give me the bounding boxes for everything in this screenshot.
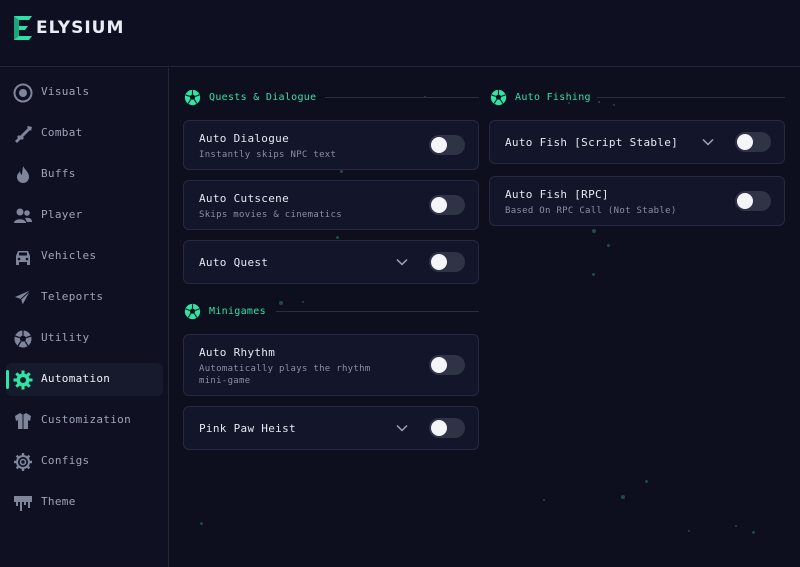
card-auto-quest: Auto Quest <box>183 240 479 284</box>
sidebar-item-vehicles[interactable]: Vehicles <box>6 240 163 273</box>
sidebar-item-label: Customization <box>41 413 131 426</box>
sidebar-item-automation[interactable]: Automation <box>6 363 163 396</box>
sidebar-item-label: Utility <box>41 331 90 344</box>
sidebar-item-label: Vehicles <box>41 249 97 262</box>
card-title: Auto Cutscene <box>199 192 289 205</box>
soccer-ball-icon <box>13 329 33 349</box>
auto-rhythm-toggle[interactable] <box>429 355 465 375</box>
sidebar-item-utility[interactable]: Utility <box>6 322 163 355</box>
sidebar-item-label: Automation <box>41 372 111 385</box>
card-auto-rhythm: Auto Rhythm Automatically plays the rhyt… <box>183 334 479 396</box>
sidebar-item-label: Player <box>41 208 83 221</box>
eye-icon <box>13 83 33 103</box>
soccer-ball-icon <box>184 303 201 319</box>
cog-icon <box>13 452 33 472</box>
paint-drip-icon <box>13 493 33 513</box>
chevron-down-icon[interactable] <box>395 421 409 435</box>
app-name: ELYSIUM <box>36 18 125 38</box>
sidebar-item-label: Configs <box>41 454 90 467</box>
logo-mark-icon <box>14 16 32 40</box>
card-description: Instantly skips NPC text <box>199 150 337 160</box>
sidebar-item-label: Buffs <box>41 167 76 180</box>
section-header-minigames: Minigames <box>184 302 266 320</box>
card-auto-fish-rpc: Auto Fish [RPC] Based On RPC Call (Not S… <box>489 176 785 226</box>
section-title: Quests & Dialogue <box>209 91 317 103</box>
pink-paw-heist-toggle[interactable] <box>429 418 465 438</box>
active-indicator <box>6 370 9 389</box>
card-auto-cutscene: Auto Cutscene Skips movies & cinematics <box>183 180 479 230</box>
toggle-knob <box>431 420 447 436</box>
card-description: Skips movies & cinematics <box>199 210 342 220</box>
card-title: Auto Fish [RPC] <box>505 188 609 201</box>
sidebar-item-player[interactable]: Player <box>6 199 163 232</box>
gear-icon <box>13 370 33 390</box>
auto-cutscene-toggle[interactable] <box>429 195 465 215</box>
sidebar-item-label: Teleports <box>41 290 104 303</box>
rifle-icon <box>13 124 33 144</box>
card-title: Auto Fish [Script Stable] <box>505 136 679 149</box>
shirt-icon <box>13 411 33 431</box>
soccer-ball-icon <box>184 89 201 105</box>
auto-fish-rpc-toggle[interactable] <box>735 191 771 211</box>
sidebar-item-label: Theme <box>41 495 76 508</box>
chevron-down-icon[interactable] <box>395 255 409 269</box>
card-title: Pink Paw Heist <box>199 422 296 435</box>
users-icon <box>13 206 33 226</box>
auto-fish-script-toggle[interactable] <box>735 132 771 152</box>
app-header: ELYSIUM <box>0 0 800 67</box>
card-description: Based On RPC Call (Not Stable) <box>505 206 677 216</box>
auto-quest-toggle[interactable] <box>429 252 465 272</box>
section-header-fishing: Auto Fishing <box>490 88 591 106</box>
card-description-line2: mini-game <box>199 376 251 386</box>
app-logo: ELYSIUM <box>12 14 124 42</box>
section-title: Auto Fishing <box>515 91 591 103</box>
card-title: Auto Rhythm <box>199 346 276 359</box>
sidebar: Visuals Combat Buffs Player Vehicles Tel… <box>0 68 169 567</box>
sidebar-item-label: Visuals <box>41 85 90 98</box>
sidebar-item-theme[interactable]: Theme <box>6 486 163 519</box>
card-title: Auto Quest <box>199 256 269 269</box>
sidebar-item-visuals[interactable]: Visuals <box>6 76 163 109</box>
sidebar-item-customization[interactable]: Customization <box>6 404 163 437</box>
toggle-knob <box>431 137 447 153</box>
card-pink-paw-heist: Pink Paw Heist <box>183 406 479 450</box>
auto-dialogue-toggle[interactable] <box>429 135 465 155</box>
sidebar-item-teleports[interactable]: Teleports <box>6 281 163 314</box>
toggle-knob <box>431 254 447 270</box>
soccer-ball-icon <box>490 89 507 105</box>
toggle-knob <box>431 357 447 373</box>
sidebar-item-buffs[interactable]: Buffs <box>6 158 163 191</box>
section-title: Minigames <box>209 305 266 317</box>
section-divider <box>276 311 479 312</box>
flame-icon <box>13 165 33 185</box>
card-title: Auto Dialogue <box>199 132 289 145</box>
section-header-quests: Quests & Dialogue <box>184 88 316 106</box>
toggle-knob <box>737 193 753 209</box>
toggle-knob <box>737 134 753 150</box>
card-auto-fish-script: Auto Fish [Script Stable] <box>489 120 785 164</box>
paper-plane-icon <box>13 288 33 308</box>
section-divider <box>325 97 479 98</box>
chevron-down-icon[interactable] <box>701 135 715 149</box>
toggle-knob <box>431 197 447 213</box>
sidebar-item-label: Combat <box>41 126 83 139</box>
card-auto-dialogue: Auto Dialogue Instantly skips NPC text <box>183 120 479 170</box>
sidebar-item-configs[interactable]: Configs <box>6 445 163 478</box>
sidebar-item-combat[interactable]: Combat <box>6 117 163 150</box>
car-icon <box>13 247 33 267</box>
section-divider <box>597 97 785 98</box>
